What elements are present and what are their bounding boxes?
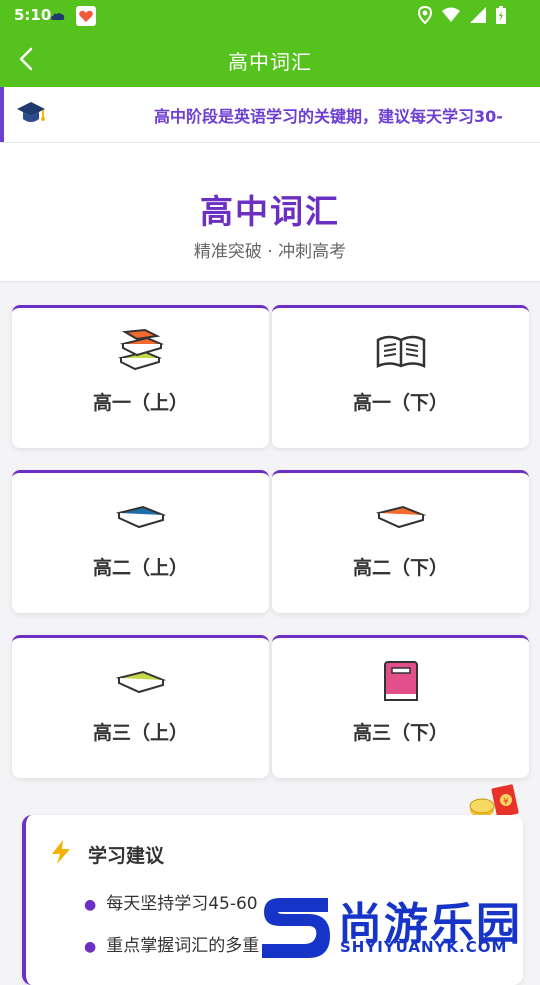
- grade-label: 高二（下）: [352, 557, 448, 579]
- grade-card-2[interactable]: 高一（下）: [272, 305, 529, 448]
- notice-accent: [0, 87, 4, 142]
- books-stack-icon: [115, 328, 167, 374]
- suggestion-item: ● 每天坚持学习45-60: [84, 894, 258, 914]
- suggestion-item-text: 每天坚持学习45-60: [106, 894, 258, 914]
- grade-card-1[interactable]: 高一（上）: [12, 305, 269, 448]
- watermark-logo-icon: [262, 898, 330, 958]
- location-icon: [417, 5, 433, 28]
- wifi-icon: [442, 7, 460, 27]
- system-icons: [417, 5, 506, 28]
- green-book-icon: [115, 658, 167, 704]
- notice-text: 高中阶段是英语学习的关键期，建议每天学习30-: [154, 107, 503, 126]
- grade-label: 高一（上）: [92, 392, 188, 414]
- pink-book-icon: [375, 658, 427, 704]
- site-watermark: 尚游乐园 SHYIYUANYK.COM: [258, 888, 540, 960]
- graduation-cap-icon: [16, 99, 46, 131]
- cloud-notification-icon: [50, 8, 66, 27]
- svg-text:¥: ¥: [503, 797, 509, 807]
- suggestion-title: 学习建议: [88, 845, 165, 867]
- suggestion-item: ● 重点掌握词汇的多重: [84, 936, 260, 956]
- orange-book-icon: [375, 493, 427, 539]
- grade-label: 高二（上）: [92, 557, 188, 579]
- grade-card-4[interactable]: 高二（下）: [272, 470, 529, 613]
- grade-card-3[interactable]: 高二（上）: [12, 470, 269, 613]
- grade-label: 高一（下）: [352, 392, 448, 414]
- lightning-icon: [48, 839, 74, 869]
- hero-section: 高中词汇 精准突破 · 冲刺高考: [0, 143, 540, 282]
- watermark-url: SHYIYUANYK.COM: [340, 938, 508, 956]
- app-bar: 高中词汇: [0, 32, 540, 87]
- status-bar: 5:10: [0, 0, 540, 32]
- blue-book-icon: [115, 493, 167, 539]
- battery-icon: [496, 6, 506, 28]
- grade-card-6[interactable]: 高三（下）: [272, 635, 529, 778]
- signal-icon: [470, 7, 486, 27]
- grade-card-5[interactable]: 高三（上）: [12, 635, 269, 778]
- status-time: 5:10: [14, 6, 52, 24]
- hero-subtitle: 精准突破 · 冲刺高考: [193, 242, 347, 262]
- suggestion-item-text: 重点掌握词汇的多重: [106, 936, 260, 956]
- open-book-icon: [375, 328, 427, 374]
- notice-bar: 高中阶段是英语学习的关键期，建议每天学习30-: [0, 87, 540, 143]
- app-notification-icon: [76, 6, 96, 30]
- grade-label: 高三（下）: [352, 722, 448, 744]
- grade-label: 高三（上）: [92, 722, 188, 744]
- page-title: 高中词汇: [228, 50, 312, 74]
- hero-title: 高中词汇: [200, 192, 340, 231]
